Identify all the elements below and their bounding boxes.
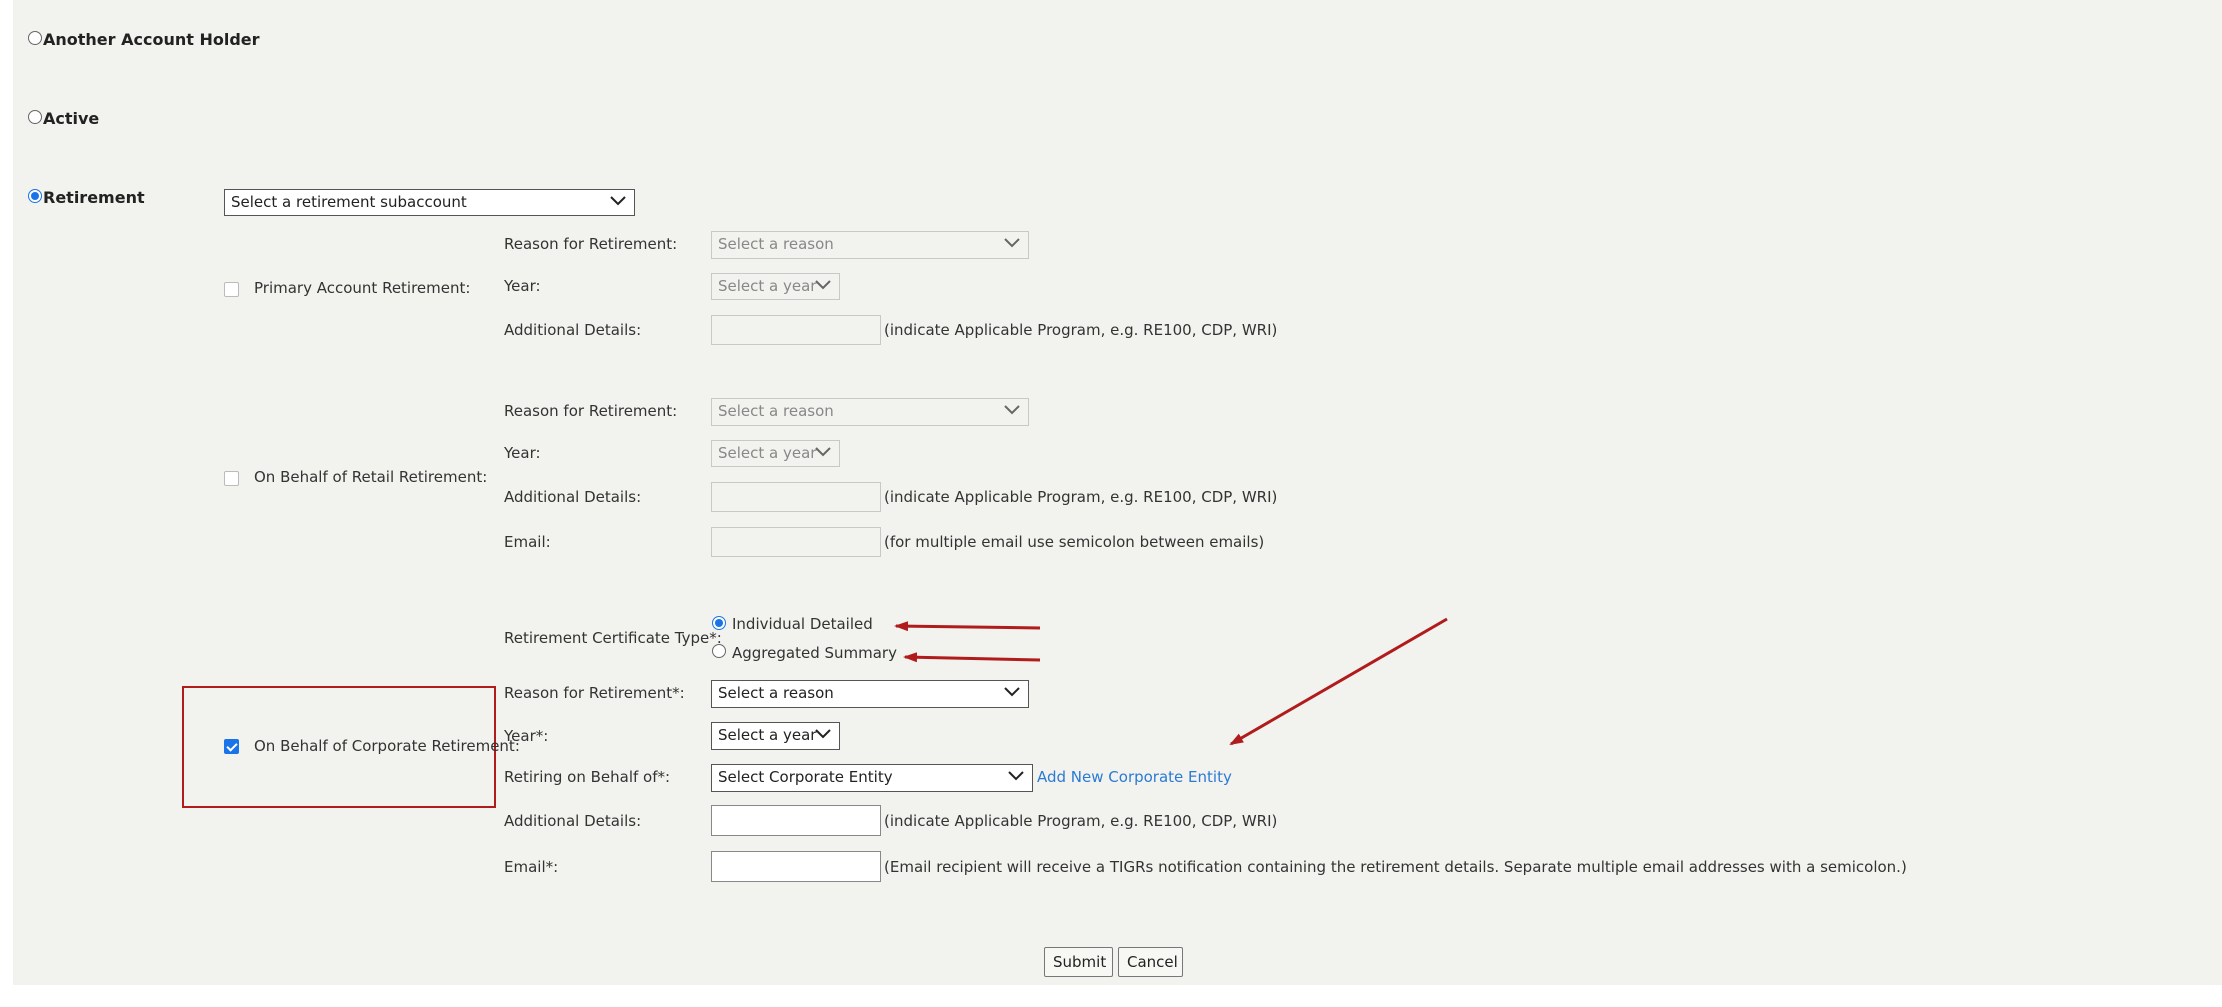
arrow-individual-detailed <box>894 621 1041 632</box>
arrow-add-new-entity <box>1229 617 1448 746</box>
annotation-arrows <box>894 617 1448 746</box>
arrow-aggregated-summary <box>903 652 1041 663</box>
